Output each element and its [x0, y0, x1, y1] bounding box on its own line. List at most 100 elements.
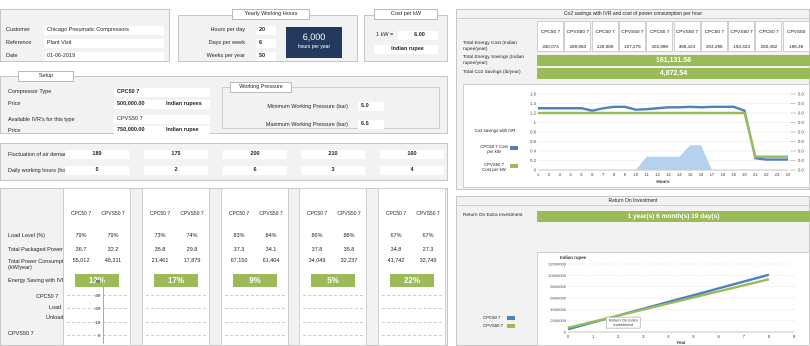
roi-y-tick-label: 8000000 — [550, 284, 566, 289]
price-value: 500,000.00 — [117, 101, 145, 107]
consumption-value-a: 41,742 — [387, 258, 405, 264]
fluct-cell[interactable]: 175 — [144, 150, 208, 159]
savings-value: 161,131.58 — [537, 55, 810, 66]
group-header-a: CPC50 7 — [228, 211, 250, 217]
price-currency: Indian rupees — [166, 101, 202, 107]
days-per-week-field[interactable]: 6 — [256, 39, 276, 48]
co2-value: 4,872.54 — [537, 68, 810, 79]
reference-label: Reference — [6, 40, 32, 46]
roi-x-tick-label: 1 — [592, 334, 595, 339]
legend-a-label: CPC50 7 — [36, 294, 59, 300]
co2-x-tick-label: 5 — [580, 172, 583, 177]
co2-y2-tick-label: 0.0 — [798, 130, 804, 135]
reference-field[interactable]: Plant Visit — [44, 39, 164, 48]
vr-type-field[interactable]: CPVS50 7 — [114, 115, 210, 124]
roi-series-b-line — [567, 278, 770, 329]
co2-column-header: CPC50 7 — [649, 30, 670, 35]
co2-column-header: CPC50 7 — [704, 30, 725, 35]
co2-legend-title: Co2 savings with IVR — [474, 128, 516, 133]
co2-y2-tick-label: 0.0 — [798, 92, 804, 97]
load-gridline — [382, 322, 442, 323]
date-field[interactable]: 01-06-2019 — [44, 52, 164, 61]
power-value-b: 29.8 — [186, 247, 198, 253]
roi-x-tick-label: 3 — [642, 334, 645, 339]
load-value-a: 86% — [311, 233, 323, 239]
group-header-b: CPVS50 7 — [337, 211, 361, 217]
roi-x-tick-label: 4 — [667, 334, 670, 339]
co2-title-underline — [456, 18, 810, 19]
vr-price-field[interactable]: 750,000.00 Indian rupee — [114, 126, 210, 135]
co2-line-chart: 1.6 0.0 1.4 0.0 1.2 0.0 1 0.0 0.8 0.0 0.6 0.0 0.4 0.0… — [530, 92, 804, 185]
co2-x-tick-label: 14 — [677, 172, 682, 177]
roi-x-tick-label: 6 — [717, 334, 720, 339]
co2-x-tick-label: 15 — [688, 172, 693, 177]
co2-area-series — [538, 145, 788, 170]
co2-x-tick-label: 8 — [613, 172, 616, 177]
load-gridline — [382, 335, 442, 336]
group-header-b: CPVS50 7 — [259, 211, 283, 217]
co2-y-tick-label: 1.4 — [530, 101, 536, 106]
fluct-cell[interactable]: 210 — [301, 150, 365, 159]
group-header-b: CPVS50 7 — [101, 211, 125, 217]
customer-field[interactable]: Chicago Pneumatic Compressors — [44, 26, 164, 35]
energy-cost-value: 204,296 — [705, 44, 723, 49]
energy-cost-value: 402,899 — [651, 44, 668, 49]
co2-x-tick-label: 2 — [548, 172, 551, 177]
compressor-type-field[interactable]: CPC50 7 — [114, 88, 210, 97]
roi-y-tick-label: 6000000 — [550, 296, 566, 301]
co2-column-header: CPVS50 7 — [675, 30, 699, 35]
daily-hours-cell[interactable]: 6 — [223, 166, 287, 175]
co2-y2-tick-label: 0.0 — [798, 168, 804, 173]
vr-label: Available IVR's for this type — [8, 117, 75, 123]
roi-title-underline — [456, 205, 810, 206]
fluct-cell[interactable]: 200 — [223, 150, 287, 159]
date-label: Date — [6, 53, 18, 59]
min-pressure-field[interactable]: 5.0 — [358, 102, 384, 111]
consumption-value-b: 17,879 — [183, 258, 201, 264]
energy-saving-badge: 22% — [390, 274, 434, 287]
co2-x-tick-label: 21 — [753, 172, 758, 177]
yearly-hours-total: 6,000 hours per year — [286, 27, 342, 58]
co2-y2-tick-label: 0.0 — [798, 139, 804, 144]
co2-y-tick-label: 0.4 — [530, 149, 536, 154]
group-header-a: CPC50 7 — [385, 211, 407, 217]
daily-hours-cell[interactable]: 5 — [65, 166, 129, 175]
co2-x-tick-label: 7 — [602, 172, 605, 177]
roi-legend-a-swatch — [507, 316, 515, 320]
co2-x-tick-label: 19 — [731, 172, 736, 177]
price-field[interactable]: 500,000.00 Indian rupees — [114, 100, 210, 109]
consumption-value-a: 34,049 — [308, 258, 326, 264]
load-gridline — [303, 335, 363, 336]
currency-field[interactable]: Indian rupee — [374, 45, 438, 54]
co2-legend-b-swatch — [510, 164, 518, 168]
daily-hours-cell[interactable]: 4 — [380, 166, 444, 175]
co2-column-header: CPVS50 7 — [730, 30, 753, 35]
co2-x-tick-label: 12 — [655, 172, 660, 177]
roi-legend-a-label: CPC50 7 — [483, 315, 501, 320]
group-header-a: CPC50 7 — [70, 211, 92, 217]
co2-column-header: CPVS50 — [786, 30, 806, 35]
kw-cost-field[interactable]: 6.00 — [398, 31, 438, 40]
co2-x-tick-label: 1 — [537, 172, 540, 177]
power-value-b: 32.2 — [107, 247, 119, 253]
vr-price-currency: Indian rupee — [166, 127, 199, 133]
energy-cost-value: 107,275 — [624, 44, 641, 49]
load-gridline — [303, 295, 363, 296]
daily-hours-cell[interactable]: 2 — [144, 166, 208, 175]
consumption-value-b: 48,311 — [104, 258, 122, 264]
max-pressure-field[interactable]: 6.5 — [358, 120, 384, 129]
co2-column-header: CPVS50 7 — [566, 30, 589, 35]
group-header-a: CPC50 7 — [306, 211, 328, 217]
hours-per-day-field[interactable]: 20 — [256, 26, 276, 35]
daily-hours-cell[interactable]: 3 — [301, 166, 365, 175]
hours-per-day-label: Hours per day — [210, 27, 245, 33]
fluct-cell[interactable]: 160 — [380, 150, 444, 159]
energy-cost-value: 330,074 — [542, 44, 559, 49]
fluct-cell[interactable]: 189 — [65, 150, 129, 159]
co2-x-tick-label: 17 — [710, 172, 715, 177]
load-gridline — [225, 322, 285, 323]
weeks-per-year-field[interactable]: 50 — [256, 52, 276, 61]
energy-saving-badge: 17% — [154, 274, 198, 287]
load-value-a: 73% — [154, 233, 166, 239]
co2-x-axis-title: Hours — [656, 179, 670, 184]
